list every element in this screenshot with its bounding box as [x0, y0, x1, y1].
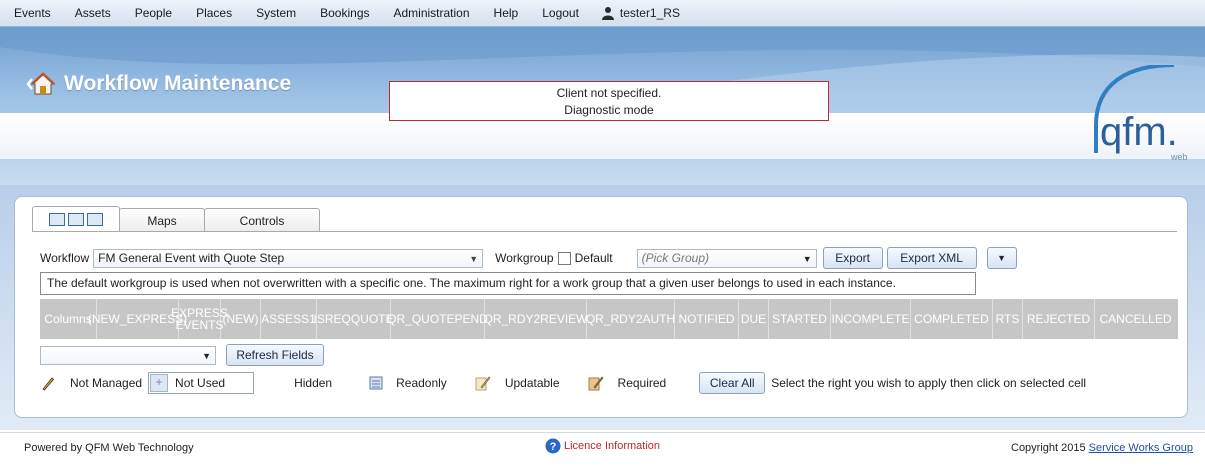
tab-layout[interactable]	[32, 206, 120, 232]
licence-information-text: Licence Information	[564, 440, 660, 452]
column-header[interactable]: (NEW)	[221, 299, 261, 339]
legend-hidden[interactable]: Hidden	[294, 376, 332, 390]
layout-icon-1	[49, 213, 65, 226]
column-header[interactable]: ASSESS1	[261, 299, 317, 339]
service-works-group-link[interactable]: Service Works Group	[1089, 442, 1193, 454]
top-menu-bar: Events Assets People Places System Booki…	[0, 0, 1205, 27]
copyright: Copyright 2015 Service Works Group	[1011, 442, 1193, 454]
column-header[interactable]: STARTED	[769, 299, 831, 339]
copyright-text: Copyright 2015	[1011, 442, 1086, 454]
legend-not-used: Not Used	[175, 376, 226, 390]
field-row: ▼ Refresh Fields	[40, 344, 324, 366]
page-footer: Powered by QFM Web Technology ? Licence …	[0, 432, 1205, 461]
legend-readonly: Readonly	[396, 376, 447, 390]
rights-legend: Not Managed + Not Used Hidden Readonly U…	[40, 372, 1178, 394]
current-user[interactable]: tester1_RS	[591, 6, 690, 20]
layout-icon-3	[87, 213, 103, 226]
tab-bar: Maps Controls	[32, 205, 320, 232]
column-header[interactable]: COMPLETED	[911, 299, 993, 339]
workflow-select[interactable]: FM General Event with Quote Step ▼	[93, 248, 484, 268]
help-icon: ?	[545, 438, 561, 454]
tab-controls[interactable]: Controls	[204, 208, 320, 232]
diagnostic-line-2: Diagnostic mode	[564, 103, 654, 117]
column-header[interactable]: QR_QUOTEPEND	[387, 299, 488, 339]
workgroup-info-text: The default workgroup is used when not o…	[40, 272, 976, 295]
page-header: Workflow Maintenance Client not specifie…	[0, 27, 1205, 185]
column-header[interactable]: RTS	[993, 299, 1023, 339]
plus-icon: +	[150, 374, 169, 392]
pencil-icon[interactable]	[40, 375, 56, 391]
menu-system[interactable]: System	[244, 0, 308, 26]
column-header[interactable]: ISREQQUOTE	[314, 299, 394, 339]
column-header[interactable]: QR_RDY2REVIEW	[483, 299, 588, 339]
workflow-select-value: FM General Event with Quote Step	[98, 251, 285, 265]
diagnostic-line-1: Client not specified.	[556, 86, 662, 100]
menu-administration[interactable]: Administration	[382, 0, 482, 26]
required-icon[interactable]	[588, 375, 604, 391]
updatable-icon[interactable]	[475, 375, 491, 391]
column-header[interactable]: (NEW_EXPRESS)	[88, 299, 187, 339]
page-title-text: Workflow Maintenance	[64, 72, 292, 95]
column-header[interactable]: NOTIFIED	[675, 299, 739, 339]
more-options-button[interactable]: ▼	[986, 247, 1017, 269]
default-checkbox[interactable]	[557, 251, 571, 265]
menu-bookings[interactable]: Bookings	[308, 0, 381, 26]
legend-updatable: Updatable	[504, 376, 560, 390]
logo-text: qfm.	[1100, 110, 1178, 154]
column-header[interactable]: REJECTED	[1023, 299, 1095, 339]
legend-hint: Select the right you wish to apply then …	[771, 376, 1087, 390]
diagnostic-message: Client not specified. Diagnostic mode	[389, 81, 829, 121]
refresh-fields-button[interactable]: Refresh Fields	[226, 344, 324, 366]
column-header[interactable]: DUE	[739, 299, 769, 339]
column-header[interactable]: QR_RDY2AUTH	[586, 299, 675, 339]
export-button[interactable]: Export	[822, 247, 883, 269]
layout-icon-2	[68, 213, 84, 226]
qfm-logo: qfm. web	[1094, 65, 1188, 162]
workflow-label: Workflow	[40, 251, 90, 265]
workgroup-select[interactable]: (Pick Group) ▼	[636, 248, 817, 268]
licence-information-link[interactable]: ? Licence Information	[545, 438, 660, 454]
home-back-icon[interactable]	[26, 71, 56, 97]
logo-sub: web	[1170, 152, 1188, 162]
legend-required: Required	[617, 376, 667, 390]
not-used-swatch[interactable]: + Not Used	[148, 372, 255, 394]
tab-divider	[32, 231, 1177, 232]
chevron-down-icon: ▼	[997, 253, 1007, 263]
menu-logout[interactable]: Logout	[530, 0, 591, 26]
field-select[interactable]: ▼	[40, 345, 216, 365]
default-label: Default	[574, 251, 613, 265]
svg-text:?: ?	[550, 441, 557, 453]
chevron-down-icon: ▼	[469, 253, 479, 264]
column-header[interactable]: INCOMPLETE	[831, 299, 911, 339]
powered-by-text: Powered by QFM Web Technology	[24, 442, 194, 454]
menu-people[interactable]: People	[123, 0, 184, 26]
menu-help[interactable]: Help	[482, 0, 531, 26]
column-header[interactable]: CANCELLED	[1095, 299, 1176, 339]
user-icon	[601, 7, 614, 20]
chevron-down-icon: ▼	[202, 350, 211, 361]
menu-places[interactable]: Places	[184, 0, 244, 26]
page-title: Workflow Maintenance	[26, 71, 291, 97]
export-xml-button[interactable]: Export XML	[886, 247, 977, 269]
clear-all-button[interactable]: Clear All	[699, 372, 766, 394]
legend-not-managed[interactable]: Not Managed	[70, 376, 142, 390]
workgroup-placeholder: (Pick Group)	[641, 251, 709, 265]
column-header[interactable]: EXPRESS EVENTS	[171, 299, 228, 339]
menu-events[interactable]: Events	[0, 0, 63, 26]
menu-assets[interactable]: Assets	[63, 0, 123, 26]
tab-maps[interactable]: Maps	[119, 208, 205, 232]
workgroup-label: Workgroup	[495, 251, 554, 265]
readonly-icon[interactable]	[368, 375, 384, 391]
chevron-down-icon: ▼	[802, 253, 812, 264]
column-header-bar: Columns (NEW_EXPRESS) EXPRESS EVENTS (NE…	[40, 299, 1178, 339]
user-name: tester1_RS	[619, 6, 680, 20]
workflow-row: Workflow FM General Event with Quote Ste…	[40, 247, 1017, 269]
